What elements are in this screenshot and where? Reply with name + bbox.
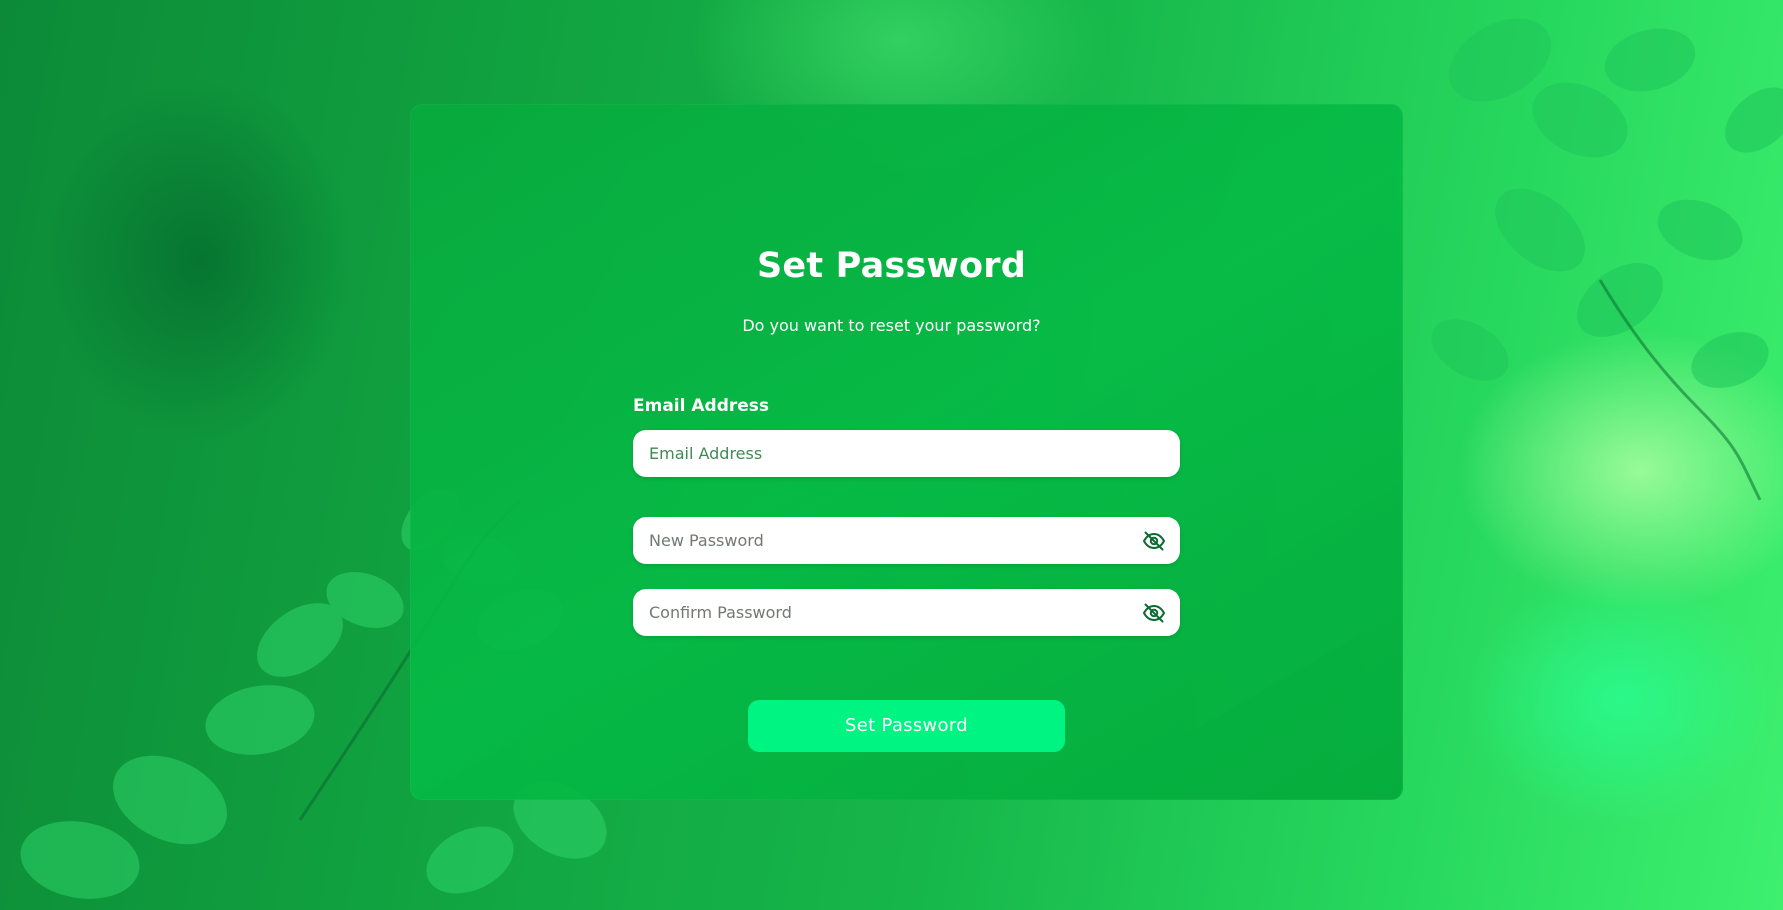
email-field[interactable]: Email Address xyxy=(633,430,1180,477)
page-subtitle: Do you want to reset your password? xyxy=(742,316,1041,335)
confirm-password-field[interactable]: Confirm Password xyxy=(633,589,1180,636)
new-password-field[interactable]: New Password xyxy=(633,517,1180,564)
set-password-button[interactable]: Set Password xyxy=(748,700,1065,752)
new-password-placeholder: New Password xyxy=(649,531,764,550)
eye-slash-icon[interactable] xyxy=(1142,529,1166,553)
confirm-password-placeholder: Confirm Password xyxy=(649,603,792,622)
email-label: Email Address xyxy=(633,396,770,416)
eye-slash-icon[interactable] xyxy=(1142,601,1166,625)
page-title: Set Password xyxy=(757,246,1026,286)
page-background: Set Password Do you want to reset your p… xyxy=(0,0,1783,910)
email-placeholder: Email Address xyxy=(649,444,763,463)
